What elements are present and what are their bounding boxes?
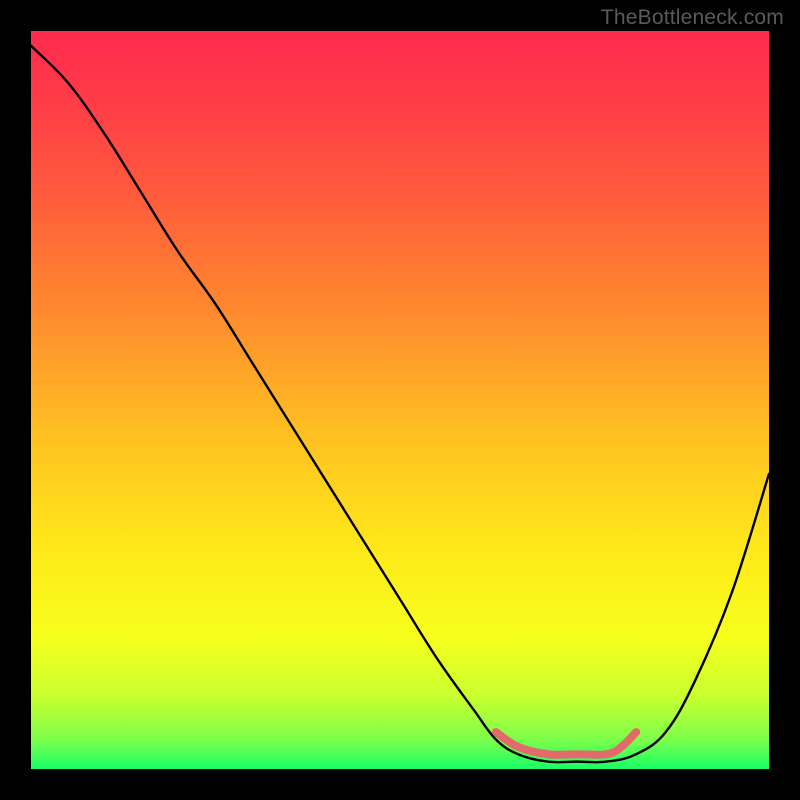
chart-container: TheBottleneck.com <box>0 0 800 800</box>
chart-svg <box>31 31 769 769</box>
gradient-background <box>31 31 769 769</box>
bottleneck-curve-line <box>31 46 769 762</box>
watermark-label: TheBottleneck.com <box>601 6 784 30</box>
plot-area <box>31 31 769 769</box>
optimal-band-highlight <box>496 732 636 755</box>
